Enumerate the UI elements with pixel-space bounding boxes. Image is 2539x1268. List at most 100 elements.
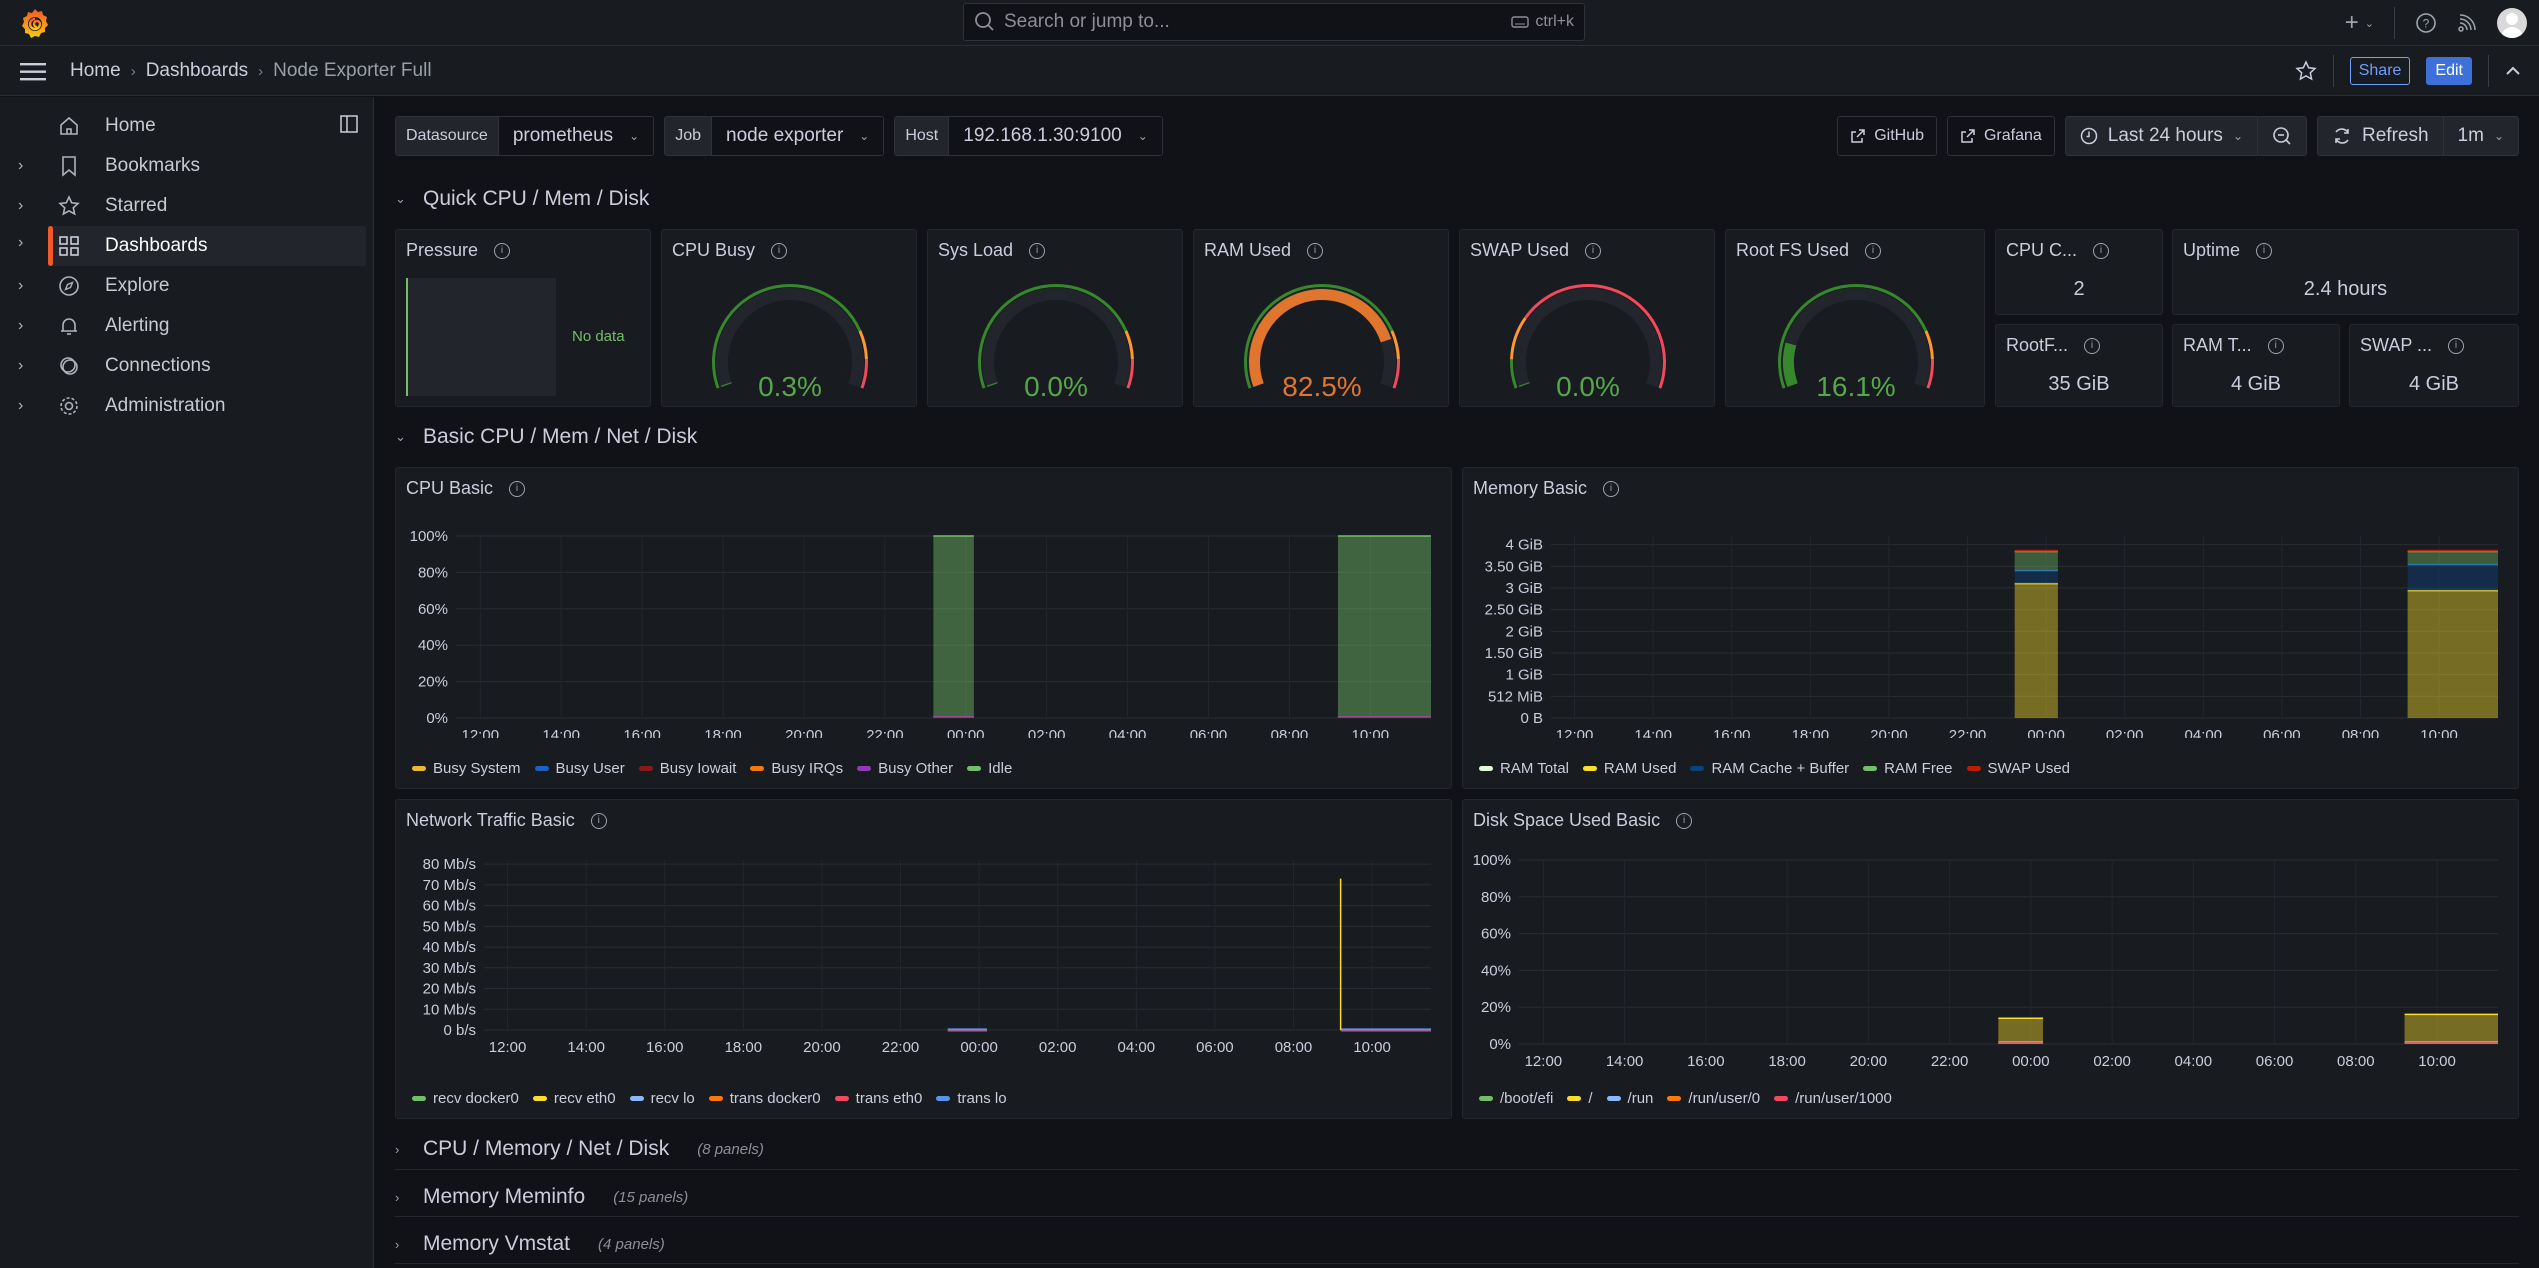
breadcrumb-home[interactable]: Home xyxy=(70,60,121,82)
disk-space-chart[interactable]: 0% 20% 40% 60% 80% 100% 12:00 14:00 16:00 18:00 20… xyxy=(1463,840,2518,1070)
info-icon[interactable]: i xyxy=(2267,337,2284,354)
chevron-right-icon[interactable]: › xyxy=(18,357,23,375)
variable-datasource[interactable]: Datasource prometheus ⌄ xyxy=(395,116,655,156)
new-button[interactable]: + ⌄ xyxy=(2345,9,2374,37)
chevron-right-icon[interactable]: › xyxy=(18,277,23,295)
sidebar-item-home[interactable]: Home xyxy=(0,106,366,146)
legend-item[interactable]: /boot/efi xyxy=(1479,1090,1553,1107)
legend-item[interactable]: Busy IRQs xyxy=(750,760,843,777)
legend-item[interactable]: /run xyxy=(1606,1090,1653,1107)
row-divider xyxy=(395,1263,2519,1264)
cpu-basic-chart[interactable]: 0% 20% 40% 60% 80% 100% 12:00 14:00 16:00 18:00 20… xyxy=(396,508,1451,738)
chevron-right-icon[interactable]: › xyxy=(18,397,23,415)
menu-icon[interactable] xyxy=(20,63,46,81)
legend-item[interactable]: recv eth0 xyxy=(532,1090,616,1107)
legend-item[interactable]: / xyxy=(1567,1090,1593,1107)
stat-value: 4 GiB xyxy=(2230,373,2282,395)
legend-item[interactable]: Busy User xyxy=(534,760,625,777)
chevron-up-icon[interactable] xyxy=(2505,66,2521,76)
grafana-logo[interactable] xyxy=(19,7,51,39)
star-icon[interactable] xyxy=(2294,60,2317,82)
info-icon[interactable]: i xyxy=(771,242,788,259)
legend-item[interactable]: trans eth0 xyxy=(834,1090,922,1107)
connections-icon xyxy=(58,355,80,377)
grafana-link[interactable]: Grafana xyxy=(1946,116,2055,156)
zoom-out-button[interactable] xyxy=(2257,117,2306,155)
gauge-value: 16.1% xyxy=(1816,371,1895,402)
refresh-button[interactable]: Refresh xyxy=(2318,117,2443,155)
variable-select[interactable]: 192.168.1.30:9100 ⌄ xyxy=(949,117,1162,155)
share-button[interactable]: Share xyxy=(2349,57,2411,85)
github-link[interactable]: GitHub xyxy=(1837,116,1937,156)
legend-swatch xyxy=(534,766,549,771)
legend-item[interactable]: Busy Other xyxy=(857,760,953,777)
x-tick-label: 20:00 xyxy=(785,727,823,738)
legend-item[interactable]: trans lo xyxy=(936,1090,1007,1107)
variable-select[interactable]: node exporter ⌄ xyxy=(712,117,884,155)
legend-item[interactable]: RAM Cache + Buffer xyxy=(1690,760,1849,777)
info-icon[interactable]: i xyxy=(1029,242,1046,259)
legend-item[interactable]: /run/user/0 xyxy=(1667,1090,1760,1107)
legend-item[interactable]: Busy System xyxy=(412,760,521,777)
info-icon[interactable]: i xyxy=(1676,812,1693,829)
sidebar-item-connections[interactable]: › Connections xyxy=(0,346,366,386)
time-range-button[interactable]: Last 24 hours ⌄ xyxy=(2066,117,2257,155)
info-icon[interactable]: i xyxy=(509,480,526,497)
info-icon[interactable]: i xyxy=(2256,242,2273,259)
sidebar-item-alerting[interactable]: › Alerting xyxy=(0,306,366,346)
info-icon[interactable]: i xyxy=(1585,242,1602,259)
top-bar: Search or jump to... ctrl+k + ⌄ ? xyxy=(0,0,2539,46)
info-icon[interactable]: i xyxy=(1603,480,1620,497)
user-avatar[interactable] xyxy=(2497,8,2527,38)
row-memory-vmstat[interactable]: › Memory Vmstat (4 panels) xyxy=(395,1229,665,1259)
search-bar[interactable]: Search or jump to... ctrl+k xyxy=(963,3,1585,41)
variable-job[interactable]: Job node exporter ⌄ xyxy=(664,116,885,156)
chevron-right-icon[interactable]: › xyxy=(18,197,23,215)
legend-item[interactable]: RAM Free xyxy=(1863,760,1953,777)
help-icon[interactable]: ? xyxy=(2415,12,2437,34)
network-traffic-chart[interactable]: 0 b/s 10 Mb/s 20 Mb/s 30 Mb/s 40 Mb/s 50 Mb/s… xyxy=(396,840,1451,1070)
sidebar-item-administration[interactable]: › Administration xyxy=(0,386,366,426)
info-icon[interactable]: i xyxy=(590,812,607,829)
stat-value: 4 GiB xyxy=(2408,373,2460,395)
variable-select[interactable]: prometheus ⌄ xyxy=(498,117,654,155)
legend-item[interactable]: RAM Total xyxy=(1479,760,1569,777)
memory-basic-chart[interactable]: 0 B 512 MiB 1 GiB 1.50 GiB 2 GiB 2.50 GiB 3 Gi… xyxy=(1463,508,2518,738)
chevron-right-icon[interactable]: › xyxy=(18,234,23,252)
chevron-right-icon[interactable]: › xyxy=(18,317,23,335)
info-icon[interactable]: i xyxy=(2093,242,2110,259)
breadcrumb-dashboards[interactable]: Dashboards xyxy=(146,60,248,82)
news-rss-icon[interactable] xyxy=(2457,13,2477,33)
legend-item[interactable]: Idle xyxy=(967,760,1012,777)
info-icon[interactable]: i xyxy=(494,242,511,259)
info-icon[interactable]: i xyxy=(2448,337,2465,354)
info-icon[interactable]: i xyxy=(2084,337,2101,354)
info-icon[interactable]: i xyxy=(1865,242,1882,259)
sidebar-item-starred[interactable]: › Starred xyxy=(0,186,366,226)
sidebar-item-bookmarks[interactable]: › Bookmarks xyxy=(0,146,366,186)
chevron-right-icon[interactable]: › xyxy=(18,157,23,175)
row-cpu-memory-net-disk[interactable]: › CPU / Memory / Net / Disk (8 panels) xyxy=(395,1134,764,1164)
breadcrumb-separator: › xyxy=(258,62,264,80)
edit-button[interactable]: Edit xyxy=(2426,57,2472,85)
sidebar-item-dashboards[interactable]: Dashboards xyxy=(48,226,366,266)
legend-item[interactable]: /run/user/1000 xyxy=(1774,1090,1892,1107)
row-basic-cpu-mem-net-disk[interactable]: ⌄ Basic CPU / Mem / Net / Disk xyxy=(395,422,697,452)
stat-value: 2 xyxy=(2073,278,2085,300)
legend-item[interactable]: recv docker0 xyxy=(412,1090,519,1107)
sidebar-item-explore[interactable]: › Explore xyxy=(0,266,366,306)
legend-item[interactable]: RAM Used xyxy=(1582,760,1676,777)
panel-count: (4 panels) xyxy=(598,1235,665,1253)
legend-item[interactable]: trans docker0 xyxy=(708,1090,821,1107)
row-memory-meminfo[interactable]: › Memory Meminfo (15 panels) xyxy=(395,1182,688,1212)
dashboard-controls: GitHub Grafana Last 24 hours ⌄ Refresh 1… xyxy=(1837,116,2519,156)
stat-value: 2.4 hours xyxy=(2303,278,2388,300)
row-quick-cpu-mem-disk[interactable]: ⌄ Quick CPU / Mem / Disk xyxy=(395,184,649,214)
legend-item[interactable]: recv lo xyxy=(629,1090,695,1107)
info-icon[interactable]: i xyxy=(1307,242,1324,259)
variable-host[interactable]: Host 192.168.1.30:9100 ⌄ xyxy=(894,116,1163,156)
legend-item[interactable]: SWAP Used xyxy=(1966,760,2070,777)
refresh-interval-select[interactable]: 1m ⌄ xyxy=(2442,117,2518,155)
y-tick-label: 20 Mb/s xyxy=(423,981,476,998)
legend-item[interactable]: Busy Iowait xyxy=(638,760,736,777)
